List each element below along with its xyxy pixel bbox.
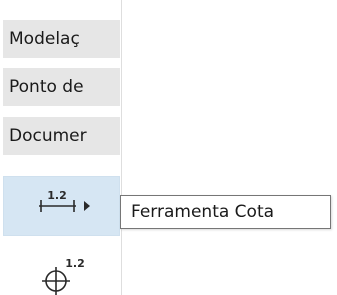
dimension-tool-button[interactable]: 1.2 [3, 176, 120, 236]
tab-ponto-de-vista[interactable]: Ponto de [3, 68, 120, 106]
dimension-value-label: 1.2 [47, 189, 67, 202]
center-mark-value-label: 1.2 [65, 257, 85, 270]
tab-documentacao[interactable]: Documer [3, 117, 120, 155]
tool-palette: Modelaç Ponto de Documer 1.2 1.2 [0, 0, 122, 295]
linear-dimension-icon: 1.2 [39, 189, 90, 212]
tooltip-text: Ferramenta Cota [131, 202, 275, 222]
tab-modelacao[interactable]: Modelaç [3, 20, 120, 58]
tab-documentacao-label: Documer [9, 126, 87, 146]
tab-ponto-de-vista-label: Ponto de [9, 77, 84, 97]
flyout-arrow-icon [84, 201, 90, 211]
center-mark-tool-button[interactable]: 1.2 [3, 246, 120, 295]
tab-modelacao-label: Modelaç [9, 29, 80, 49]
tool-tooltip: Ferramenta Cota [120, 195, 331, 229]
center-mark-dimension-icon: 1.2 [42, 257, 85, 295]
